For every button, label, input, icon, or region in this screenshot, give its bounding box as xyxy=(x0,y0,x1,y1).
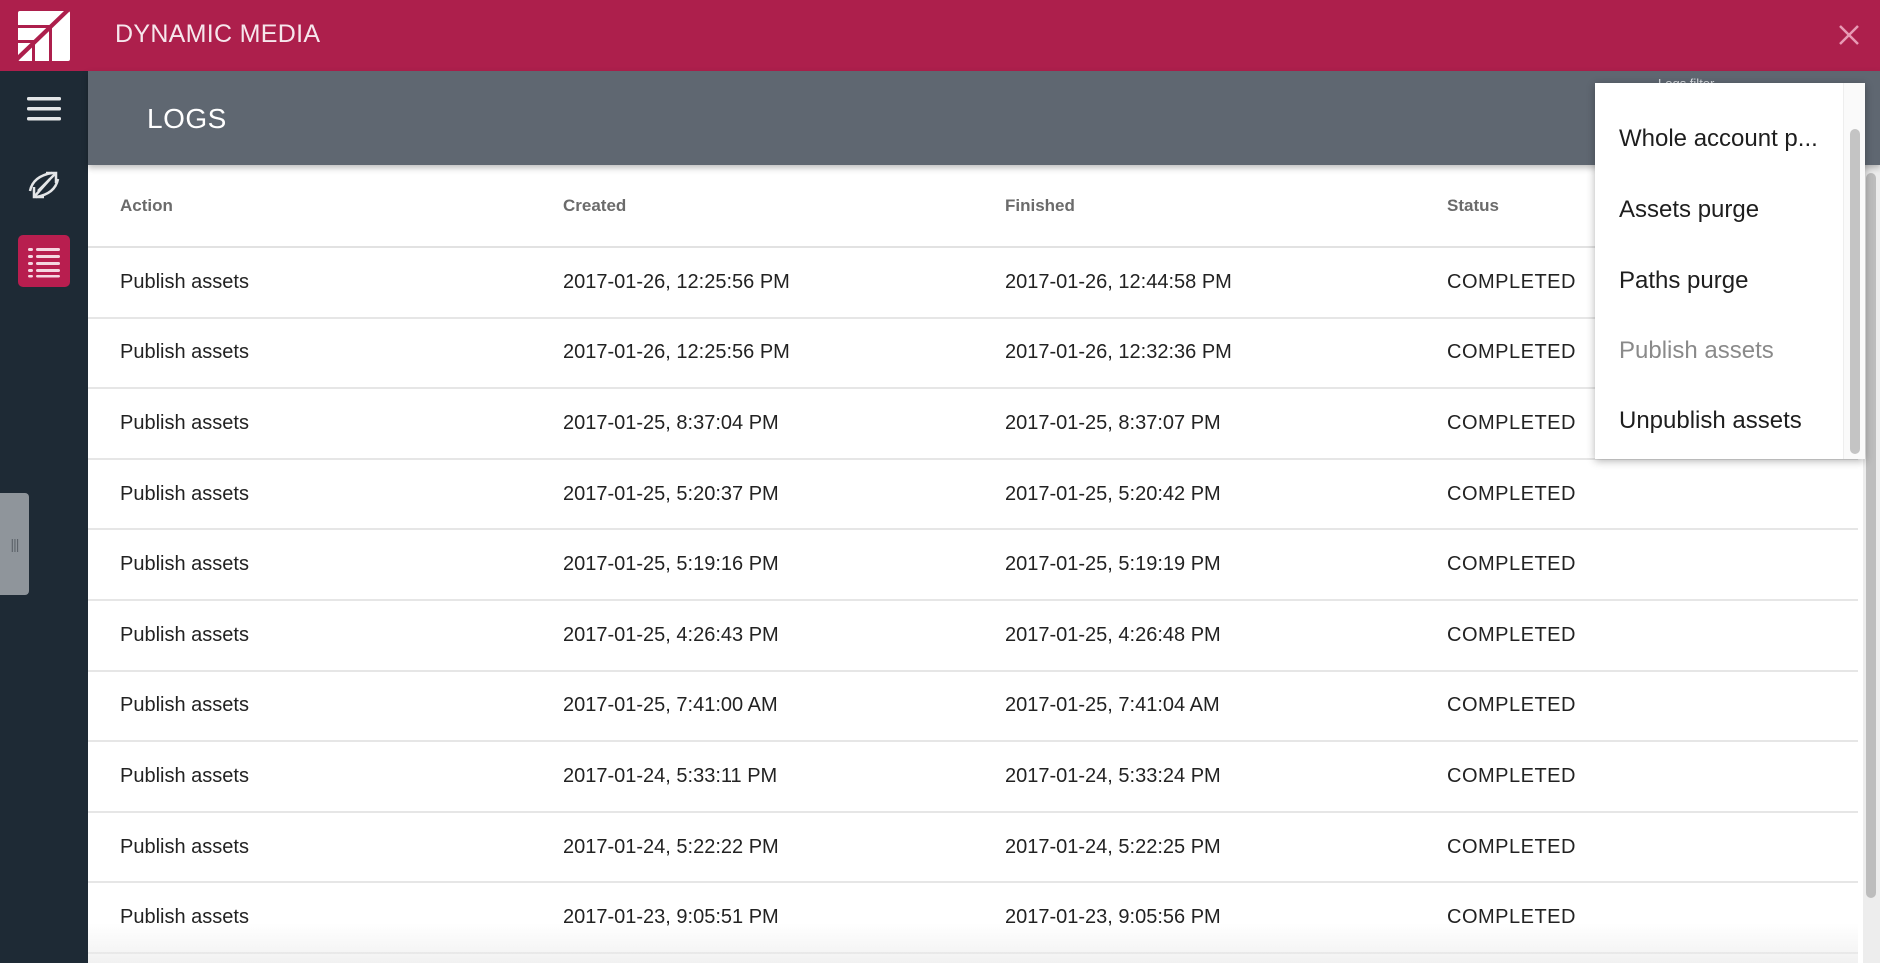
cell-created: 2017-01-25, 4:26:43 PM xyxy=(531,599,973,672)
dropdown-scrollbar[interactable] xyxy=(1843,83,1865,459)
table-row[interactable]: Publish assets 2017-01-25, 7:41:00 AM 20… xyxy=(88,670,1858,743)
cell-finished: 2017-01-24, 5:33:24 PM xyxy=(973,741,1415,813)
table-row[interactable]: Publish assets 2017-01-24, 5:33:11 PM 20… xyxy=(88,741,1858,813)
cell-created: 2017-01-25, 8:37:04 PM xyxy=(531,388,973,460)
cell-action: Publish assets xyxy=(88,811,531,884)
filter-option-whole-account-purge[interactable]: Whole account p... xyxy=(1619,125,1818,153)
sidebar-resize-handle[interactable]: ||| xyxy=(0,493,29,595)
table-scrollbar[interactable] xyxy=(1863,165,1880,963)
cell-status: COMPLETED xyxy=(1415,529,1858,601)
filter-option-paths-purge[interactable]: Paths purge xyxy=(1619,267,1748,295)
cell-finished: 2017-01-24, 5:22:25 PM xyxy=(973,811,1415,884)
cell-action: Publish assets xyxy=(88,741,531,813)
hamburger-icon xyxy=(27,97,61,121)
cell-status: COMPLETED xyxy=(1415,458,1858,531)
cell-action: Publish assets xyxy=(88,670,531,743)
cell-status: COMPLETED xyxy=(1415,882,1858,954)
cell-status: COMPLETED xyxy=(1415,599,1858,672)
table-row[interactable]: Publish assets 2017-01-26, 12:25:56 PM 2… xyxy=(88,317,1858,390)
table-scrollbar-thumb[interactable] xyxy=(1866,173,1876,898)
table-row[interactable]: Publish assets 2017-01-25, 5:20:37 PM 20… xyxy=(88,458,1858,531)
cell-created: 2017-01-23, 9:05:51 PM xyxy=(531,882,973,954)
cell-action: Publish assets xyxy=(88,247,531,319)
cell-finished: 2017-01-25, 4:26:48 PM xyxy=(973,599,1415,672)
column-header-created[interactable]: Created xyxy=(531,165,973,248)
app-title: DYNAMIC MEDIA xyxy=(115,20,321,48)
filter-option-assets-purge[interactable]: Assets purge xyxy=(1619,196,1759,224)
page-title: LOGS xyxy=(147,103,227,134)
cell-action: Publish assets xyxy=(88,599,531,672)
filter-option-publish-assets: Publish assets xyxy=(1619,337,1774,364)
table-row[interactable]: Publish assets 2017-01-25, 8:37:04 PM 20… xyxy=(88,388,1858,460)
cell-finished: 2017-01-26, 12:32:36 PM xyxy=(973,317,1415,390)
cell-status: COMPLETED xyxy=(1415,670,1858,743)
filter-option-unpublish-assets[interactable]: Unpublish assets xyxy=(1619,407,1802,435)
sidebar-item-logs[interactable] xyxy=(18,235,70,287)
table-row[interactable]: Publish assets 2017-01-25, 5:19:16 PM 20… xyxy=(88,529,1858,601)
sidebar-menu-button[interactable] xyxy=(18,83,70,135)
sidebar-item-sync[interactable] xyxy=(18,159,70,211)
table-row[interactable]: Publish assets 2017-01-24, 5:22:22 PM 20… xyxy=(88,811,1858,884)
logs-table-container: Action Created Finished Status Publish a… xyxy=(88,165,1858,963)
column-header-finished[interactable]: Finished xyxy=(973,165,1415,248)
logs-table: Action Created Finished Status Publish a… xyxy=(88,165,1858,954)
cell-action: Publish assets xyxy=(88,388,531,460)
cell-finished: 2017-01-25, 5:20:42 PM xyxy=(973,458,1415,531)
cell-status: COMPLETED xyxy=(1415,741,1858,813)
cell-finished: 2017-01-25, 7:41:04 AM xyxy=(973,670,1415,743)
cell-created: 2017-01-24, 5:33:11 PM xyxy=(531,741,973,813)
top-bar: DYNAMIC MEDIA xyxy=(0,0,1880,71)
close-icon[interactable] xyxy=(1830,16,1868,54)
cell-action: Publish assets xyxy=(88,317,531,390)
dropdown-scrollbar-thumb[interactable] xyxy=(1850,129,1860,454)
cell-status: COMPLETED xyxy=(1415,811,1858,884)
list-icon xyxy=(28,248,60,278)
cell-action: Publish assets xyxy=(88,529,531,601)
cell-created: 2017-01-25, 5:19:16 PM xyxy=(531,529,973,601)
cell-action: Publish assets xyxy=(88,458,531,531)
cell-created: 2017-01-25, 5:20:37 PM xyxy=(531,458,973,531)
cell-created: 2017-01-26, 12:25:56 PM xyxy=(531,317,973,390)
cell-finished: 2017-01-23, 9:05:56 PM xyxy=(973,882,1415,954)
cell-finished: 2017-01-25, 5:19:19 PM xyxy=(973,529,1415,601)
table-row[interactable]: Publish assets 2017-01-26, 12:25:56 PM 2… xyxy=(88,247,1858,319)
table-row[interactable]: Publish assets 2017-01-23, 9:05:51 PM 20… xyxy=(88,882,1858,954)
logs-filter-dropdown: Whole account p... Assets purge Paths pu… xyxy=(1595,83,1865,459)
column-header-action[interactable]: Action xyxy=(88,165,531,248)
sync-arrows-icon xyxy=(28,171,60,199)
table-row[interactable]: Publish assets 2017-01-25, 4:26:43 PM 20… xyxy=(88,599,1858,672)
dynamic-media-logo-icon xyxy=(18,11,70,61)
cell-created: 2017-01-24, 5:22:22 PM xyxy=(531,811,973,884)
cell-created: 2017-01-25, 7:41:00 AM xyxy=(531,670,973,743)
table-header-row: Action Created Finished Status xyxy=(88,165,1858,248)
sidebar: ||| xyxy=(0,71,88,963)
cell-action: Publish assets xyxy=(88,882,531,954)
cell-created: 2017-01-26, 12:25:56 PM xyxy=(531,247,973,319)
grip-icon: ||| xyxy=(10,536,20,552)
cell-finished: 2017-01-25, 8:37:07 PM xyxy=(973,388,1415,460)
cell-finished: 2017-01-26, 12:44:58 PM xyxy=(973,247,1415,319)
